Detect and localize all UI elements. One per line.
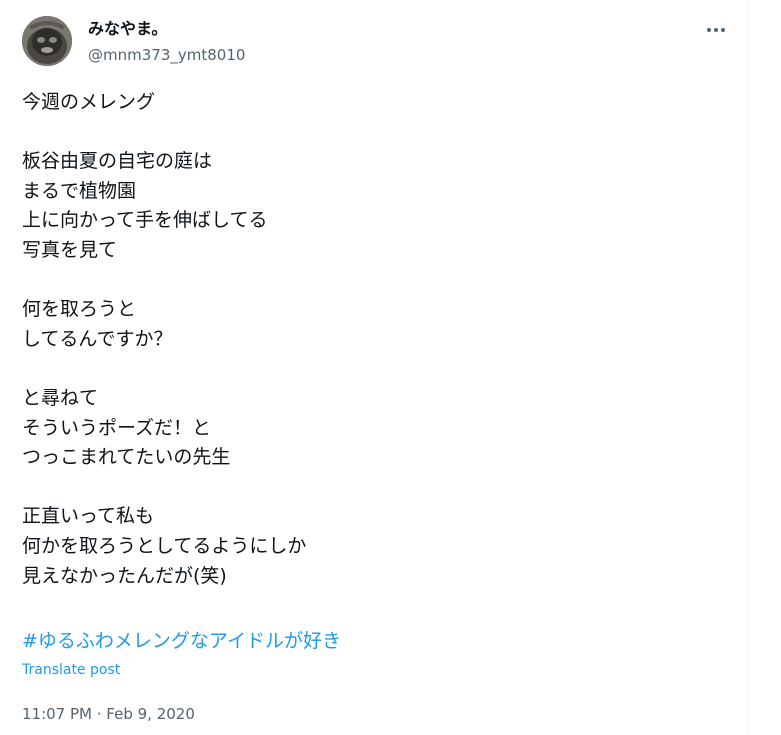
hashtag-link[interactable]: #ゆるふわメレングなアイドルが好き xyxy=(22,626,341,656)
tweet-line: そういうポーズだ！と xyxy=(22,416,212,439)
tweet-line: 見えなかったんだが(笑) xyxy=(22,564,227,587)
tweet-line: 板谷由夏の自宅の庭は xyxy=(22,150,213,173)
avatar[interactable] xyxy=(22,16,72,66)
user-handle[interactable]: @mnm373_ymt8010 xyxy=(88,45,245,65)
tweet-line: 何を取ろうと xyxy=(22,298,137,321)
tweet-line xyxy=(22,118,722,148)
tweet-line: 上に向かって手を伸ばしてる xyxy=(22,209,268,232)
tweet-line: つっこまれてたいの先生 xyxy=(22,446,231,469)
tweet-text: 今週のメレング 板谷由夏の自宅の庭は まるで植物園 上に向かって手を伸ばしてる … xyxy=(22,88,722,591)
more-horizontal-icon xyxy=(707,28,725,32)
avatar-image xyxy=(22,16,72,66)
tweet-line: 写真を見て xyxy=(22,238,118,261)
tweet-line: と尋ねて xyxy=(22,386,99,409)
translate-post-link[interactable]: Translate post xyxy=(22,660,120,680)
tweet-line xyxy=(22,354,722,384)
tweet-line: 今週のメレング xyxy=(22,91,156,113)
tweet-line: まるで植物園 xyxy=(22,179,137,202)
tweet-line xyxy=(22,266,722,296)
tweet-line: 何かを取ろうとしてるようにしか xyxy=(22,534,307,557)
tweet-card: みなやま。 @mnm373_ymt8010 今週のメレング 板谷由夏の自宅の庭は… xyxy=(1,0,749,735)
tweet-line: 正直いって私も xyxy=(22,505,155,528)
display-name[interactable]: みなやま。 xyxy=(88,19,167,39)
tweet-line xyxy=(22,473,722,503)
more-options-button[interactable] xyxy=(699,18,733,42)
tweet-line: してるんですか？ xyxy=(22,327,173,350)
tweet-timestamp[interactable]: 11:07 PM · Feb 9, 2020 xyxy=(22,703,195,725)
